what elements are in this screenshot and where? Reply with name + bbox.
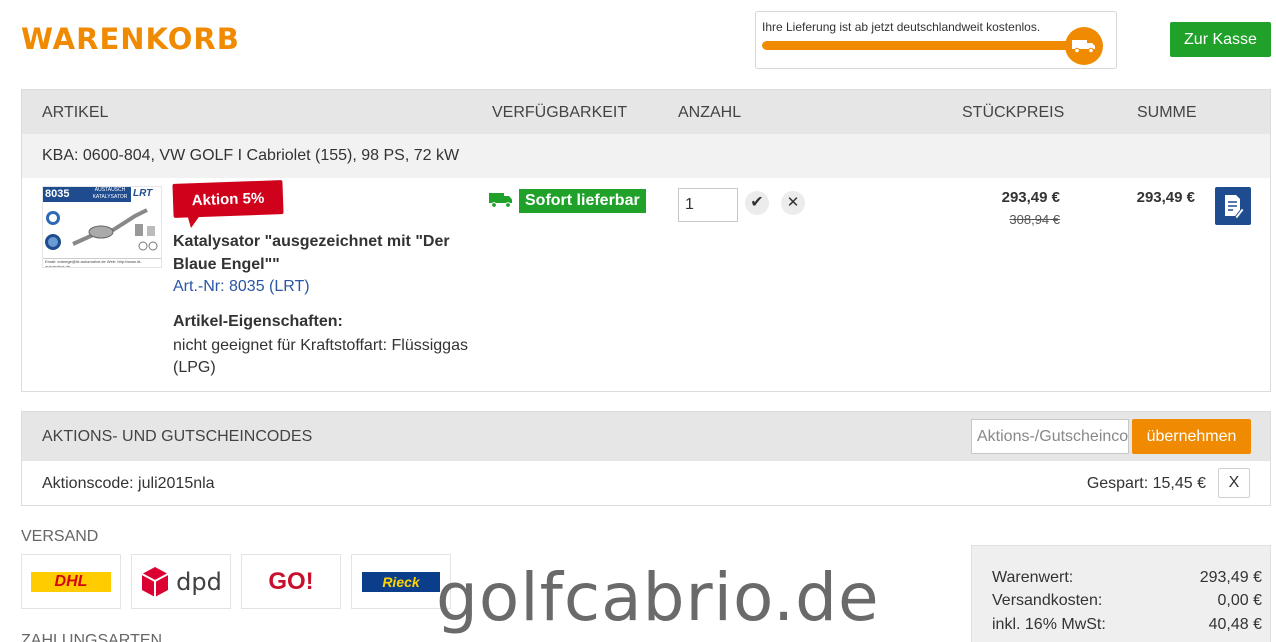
quantity-input[interactable] [678, 188, 738, 222]
cart-table: ARTIKEL VERFÜGBARKEIT ANZAHL STÜCKPREIS … [21, 89, 1271, 392]
column-header-sum: SUMME [1137, 104, 1197, 121]
item-sum: 293,49 € [1136, 189, 1195, 206]
rieck-logo-text: Rieck [362, 571, 440, 592]
goods-value: 293,49 € [1199, 569, 1262, 586]
coupon-savings: Gespart: 15,45 € [1086, 475, 1206, 492]
shipping-cost-label: Versandkosten: [992, 592, 1103, 609]
goods-value-label: Warenwert: [992, 569, 1074, 586]
coupon-input[interactable] [971, 419, 1129, 454]
free-delivery-text: Ihre Lieferung ist ab jetzt deutschlandw… [762, 20, 1041, 34]
carrier-dhl-logo: DHL [21, 554, 121, 609]
old-unit-price: 308,94 € [1009, 212, 1060, 227]
coupon-section: AKTIONS- UND GUTSCHEINCODES übernehmen A… [21, 411, 1271, 506]
payment-title: ZAHLUNGSARTEN [21, 632, 163, 642]
page-title: WARENKORB [21, 22, 240, 56]
totals-row: Warenwert: 293,49 € [992, 569, 1262, 587]
promo-badge: Aktion 5% [172, 180, 284, 218]
notes-button[interactable] [1215, 187, 1251, 225]
go-logo-text: GO! [268, 567, 314, 595]
product-properties-title: Artikel-Eigenschaften: [173, 313, 343, 330]
dpd-cube-icon [141, 566, 169, 597]
unit-price: 293,49 € [1001, 189, 1060, 206]
confirm-quantity-icon[interactable]: ✔ [745, 191, 769, 215]
vat-value: 40,48 € [1208, 616, 1262, 633]
totals-row: Versandkosten: 0,00 € [992, 592, 1262, 610]
cart-header: ARTIKEL VERFÜGBARKEIT ANZAHL STÜCKPREIS … [22, 90, 1270, 134]
delivery-progress-fill [762, 41, 1092, 50]
catalytic-converter-image [45, 208, 158, 251]
availability-badge: Sofort lieferbar [519, 189, 646, 213]
truck-icon [1065, 27, 1103, 65]
promo-badge-tail [187, 214, 201, 228]
checkout-button[interactable]: Zur Kasse [1170, 22, 1271, 57]
product-name[interactable]: Katalysator "ausgezeichnet mit "Der Blau… [173, 230, 463, 276]
watermark: golfcabrio.de [436, 559, 880, 636]
coupon-header: AKTIONS- UND GUTSCHEINCODES übernehmen [22, 412, 1270, 461]
apply-coupon-button[interactable]: übernehmen [1132, 419, 1251, 454]
column-header-availability: VERFÜGBARKEIT [492, 104, 628, 121]
shipping-cost: 0,00 € [1217, 592, 1262, 609]
edit-document-icon [1225, 195, 1244, 219]
delivery-truck-icon [488, 192, 514, 213]
carrier-dpd-logo: dpd [131, 554, 231, 609]
column-header-quantity: ANZAHL [678, 104, 742, 121]
column-header-unit-price: STÜCKPREIS [962, 104, 1065, 121]
remove-item-icon[interactable]: ✕ [781, 191, 805, 215]
vehicle-row: KBA: 0600-804, VW GOLF I Cabriolet (155)… [22, 134, 1270, 178]
shipping-title: VERSAND [21, 528, 99, 545]
applied-coupon-code: Aktionscode: juli2015nla [42, 475, 215, 492]
vat-label: inkl. 16% MwSt: [992, 616, 1106, 633]
product-image[interactable]: 8035 AUSTAUSCH KATALYSATOR LRT Email: or… [42, 186, 162, 268]
dpd-logo-text: dpd [176, 567, 222, 596]
order-totals: Warenwert: 293,49 € Versandkosten: 0,00 … [971, 545, 1271, 642]
product-article-number[interactable]: Art.-Nr: 8035 (LRT) [173, 278, 310, 296]
product-image-footer: Email: ordnege@lrt-automotive.de Web: ht… [43, 258, 161, 267]
vehicle-info: KBA: 0600-804, VW GOLF I Cabriolet (155)… [42, 147, 460, 164]
carrier-go-logo: GO! [241, 554, 341, 609]
coupon-title: AKTIONS- UND GUTSCHEINCODES [42, 428, 313, 445]
product-image-number: 8035 [43, 187, 89, 202]
product-image-brand: LRT [133, 188, 153, 199]
remove-coupon-button[interactable]: X [1218, 468, 1250, 498]
product-properties-value: nicht geeignet für Kraftstoffart: Flüssi… [173, 337, 468, 376]
dhl-logo-text: DHL [31, 571, 111, 592]
delivery-progress-bar [762, 41, 1092, 50]
applied-coupon-row: Aktionscode: juli2015nla Gespart: 15,45 … [22, 461, 1270, 506]
totals-row: inkl. 16% MwSt: 40,48 € [992, 616, 1262, 634]
product-image-band: AUSTAUSCH KATALYSATOR [89, 187, 131, 202]
free-delivery-banner: Ihre Lieferung ist ab jetzt deutschlandw… [755, 11, 1117, 69]
column-header-article: ARTIKEL [42, 104, 109, 121]
